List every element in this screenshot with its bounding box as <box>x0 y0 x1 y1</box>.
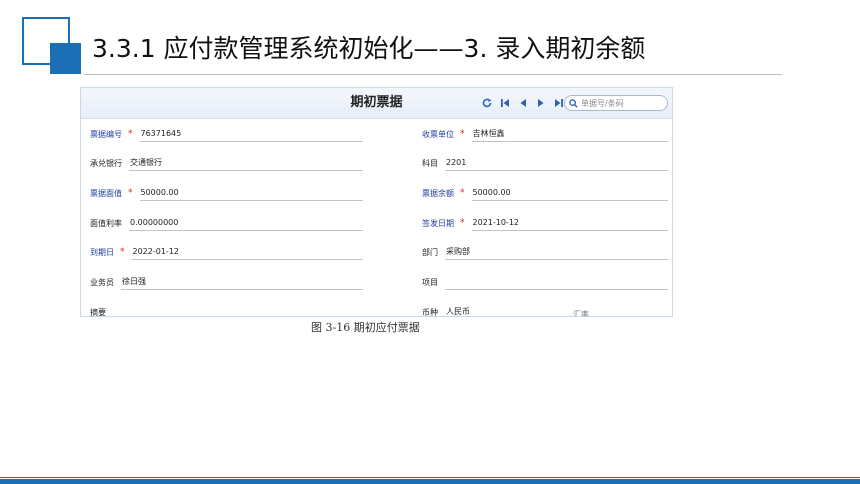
department-label: 部门 <box>422 247 438 257</box>
subject-field[interactable]: 科目 2201 <box>422 155 668 171</box>
footer-line <box>0 477 860 478</box>
bill-search-box <box>564 95 668 111</box>
summary-field[interactable]: 摘要 <box>90 304 363 317</box>
opening-bill-form: 期初票据 单据号/条码 票据编号 * 76371645 承兑银行 交通银行 票据… <box>80 87 673 317</box>
bill-number-label: 票据编号 <box>90 129 122 139</box>
record-navigation <box>481 95 565 111</box>
receiver-unit-label: 收票单位 <box>422 129 454 139</box>
required-marker: * <box>128 129 133 139</box>
currency-field[interactable]: 币种 人民币 <box>422 304 510 317</box>
salesperson-field[interactable]: 业务员 徐日强 <box>90 274 363 290</box>
due-date-input[interactable]: 2022-01-12 <box>131 244 363 260</box>
project-input[interactable] <box>445 274 668 290</box>
required-marker: * <box>460 129 465 139</box>
bill-search-input[interactable] <box>578 98 661 108</box>
refresh-icon[interactable] <box>481 97 493 109</box>
due-date-label: 到期日 <box>90 247 114 257</box>
accepting-bank-input[interactable]: 交通银行 <box>129 155 363 171</box>
previous-record-icon[interactable] <box>517 97 529 109</box>
decorative-square-filled <box>50 43 81 74</box>
title-divider <box>84 74 782 75</box>
salesperson-input[interactable]: 徐日强 <box>121 274 363 290</box>
issue-date-field[interactable]: 签发日期 * 2021-10-12 <box>422 215 668 231</box>
project-field[interactable]: 项目 <box>422 274 668 290</box>
next-record-icon[interactable] <box>535 97 547 109</box>
bill-number-field[interactable]: 票据编号 * 76371645 <box>90 126 363 142</box>
exchange-rate-input[interactable] <box>599 306 661 316</box>
due-date-field[interactable]: 到期日 * 2022-01-12 <box>90 244 363 260</box>
first-record-icon[interactable] <box>499 97 511 109</box>
bill-balance-label: 票据余额 <box>422 188 454 198</box>
bill-number-input[interactable]: 76371645 <box>139 126 363 142</box>
face-value-input[interactable]: 50000.00 <box>139 185 363 201</box>
face-rate-label: 面值利率 <box>90 218 122 228</box>
form-header: 期初票据 <box>81 88 672 119</box>
department-field[interactable]: 部门 采购部 <box>422 244 668 260</box>
issue-date-label: 签发日期 <box>422 218 454 228</box>
face-rate-field[interactable]: 面值利率 0.00000000 <box>90 215 363 231</box>
face-rate-input[interactable]: 0.00000000 <box>129 215 363 231</box>
search-icon[interactable] <box>569 98 578 108</box>
subject-input[interactable]: 2201 <box>445 155 668 171</box>
receiver-unit-field[interactable]: 收票单位 * 吉林恒鑫 <box>422 126 668 142</box>
figure-caption-text: 图 3-16 期初应付票据 <box>311 321 420 334</box>
required-marker: * <box>128 188 133 198</box>
required-marker: * <box>120 247 125 257</box>
project-label: 项目 <box>422 277 438 287</box>
department-input[interactable]: 采购部 <box>445 244 668 260</box>
receiver-unit-input[interactable]: 吉林恒鑫 <box>471 126 668 142</box>
required-marker: * <box>460 188 465 198</box>
accepting-bank-label: 承兑银行 <box>90 158 122 168</box>
face-value-field[interactable]: 票据面值 * 50000.00 <box>90 185 363 201</box>
exchange-rate-label: 汇率 <box>573 309 589 317</box>
bill-balance-field[interactable]: 票据余额 * 50000.00 <box>422 185 668 201</box>
salesperson-label: 业务员 <box>90 277 114 287</box>
summary-input[interactable] <box>113 304 363 316</box>
required-marker: * <box>460 218 465 228</box>
subject-label: 科目 <box>422 158 438 168</box>
slide-title: 3.3.1 应付款管理系统初始化——3. 录入期初余额 <box>88 27 706 71</box>
summary-label: 摘要 <box>90 307 106 317</box>
currency-input[interactable]: 人民币 <box>445 304 510 316</box>
footer-band <box>0 479 860 484</box>
figure-caption: 图 3-16 期初应付票据 <box>80 318 673 336</box>
bill-balance-input[interactable]: 50000.00 <box>471 185 668 201</box>
accepting-bank-field[interactable]: 承兑银行 交通银行 <box>90 155 363 171</box>
exchange-rate-field[interactable]: 汇率 <box>573 306 661 317</box>
face-value-label: 票据面值 <box>90 188 122 198</box>
issue-date-input[interactable]: 2021-10-12 <box>471 215 668 231</box>
currency-label: 币种 <box>422 307 438 317</box>
